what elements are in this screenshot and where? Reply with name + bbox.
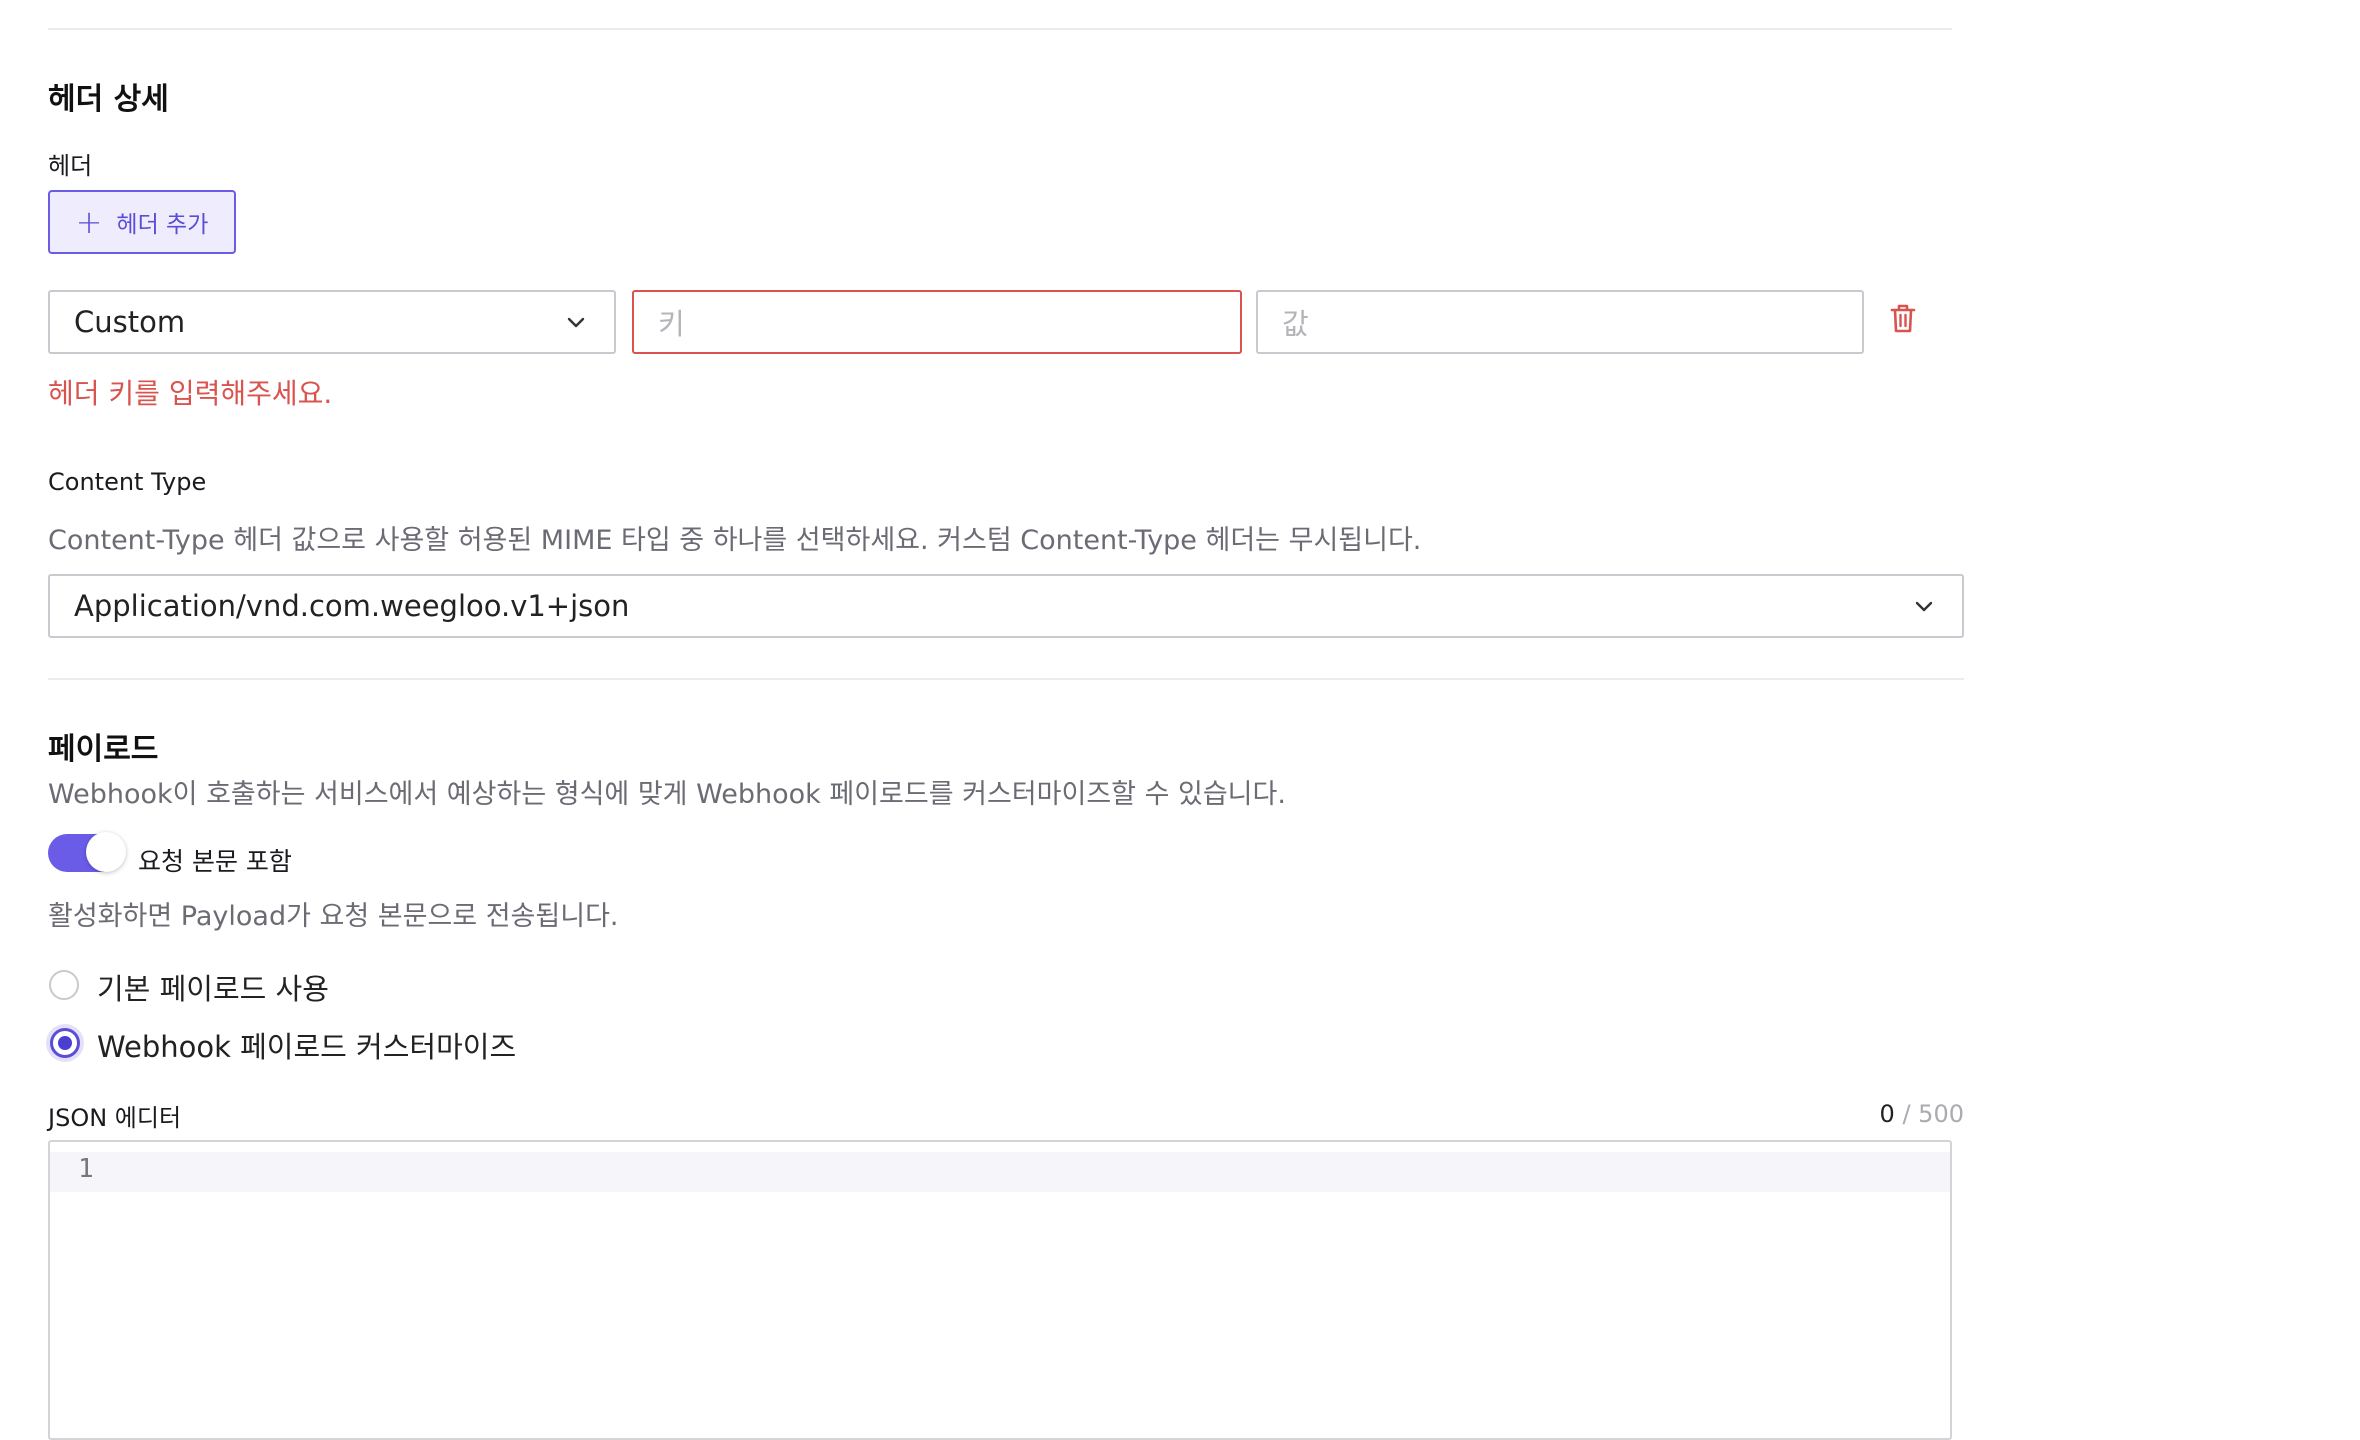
include-body-toggle[interactable] xyxy=(48,832,126,872)
header-key-input[interactable]: 키 xyxy=(632,290,1242,354)
header-label: 헤더 xyxy=(48,152,93,180)
chevron-down-icon xyxy=(1915,601,1933,612)
content-type-value: Application/vnd.com.weegloo.v1+json xyxy=(74,589,630,623)
char-max: / 500 xyxy=(1902,1100,1964,1128)
default-payload-radio[interactable] xyxy=(49,970,79,1000)
add-header-label: 헤더 추가 xyxy=(116,212,209,238)
content-type-description: Content-Type 헤더 값으로 사용할 허용된 MIME 타입 중 하나… xyxy=(48,525,1422,556)
default-payload-label: 기본 페이로드 사용 xyxy=(97,972,329,1006)
header-key-error: 헤더 키를 입력해주세요. xyxy=(48,377,333,410)
include-body-label: 요청 본문 포함 xyxy=(138,847,292,876)
line-number: 1 xyxy=(78,1154,94,1184)
top-divider xyxy=(48,28,1952,30)
trash-icon[interactable] xyxy=(1888,302,1918,334)
json-editor-label: JSON 에디터 xyxy=(48,1104,182,1132)
json-editor[interactable]: 1 xyxy=(48,1140,1952,1440)
header-value-placeholder: 값 xyxy=(1282,307,1309,341)
custom-payload-radio[interactable] xyxy=(50,1028,80,1058)
header-section-title: 헤더 상세 xyxy=(48,82,169,117)
char-count: 0 xyxy=(1879,1100,1895,1128)
active-line-highlight xyxy=(50,1152,1950,1192)
chevron-down-icon xyxy=(567,317,585,328)
include-body-help: 활성화하면 Payload가 요청 본문으로 전송됩니다. xyxy=(48,901,619,932)
header-type-value: Custom xyxy=(74,305,186,339)
header-value-input[interactable]: 값 xyxy=(1256,290,1864,354)
section-divider xyxy=(48,678,1964,680)
plus-icon: + xyxy=(75,203,103,241)
toggle-knob xyxy=(86,832,126,872)
add-header-button[interactable]: + 헤더 추가 xyxy=(48,190,236,254)
header-type-select[interactable]: Custom xyxy=(48,290,616,354)
content-type-select[interactable]: Application/vnd.com.weegloo.v1+json xyxy=(48,574,1964,638)
custom-payload-label: Webhook 페이로드 커스터마이즈 xyxy=(97,1030,517,1064)
payload-title: 페이로드 xyxy=(48,732,159,767)
payload-description: Webhook이 호출하는 서비스에서 예상하는 형식에 맞게 Webhook … xyxy=(48,779,1286,810)
char-counter: 0 / 500 xyxy=(1880,1100,1964,1128)
content-type-label: Content Type xyxy=(48,468,207,496)
header-key-placeholder: 키 xyxy=(658,307,685,341)
